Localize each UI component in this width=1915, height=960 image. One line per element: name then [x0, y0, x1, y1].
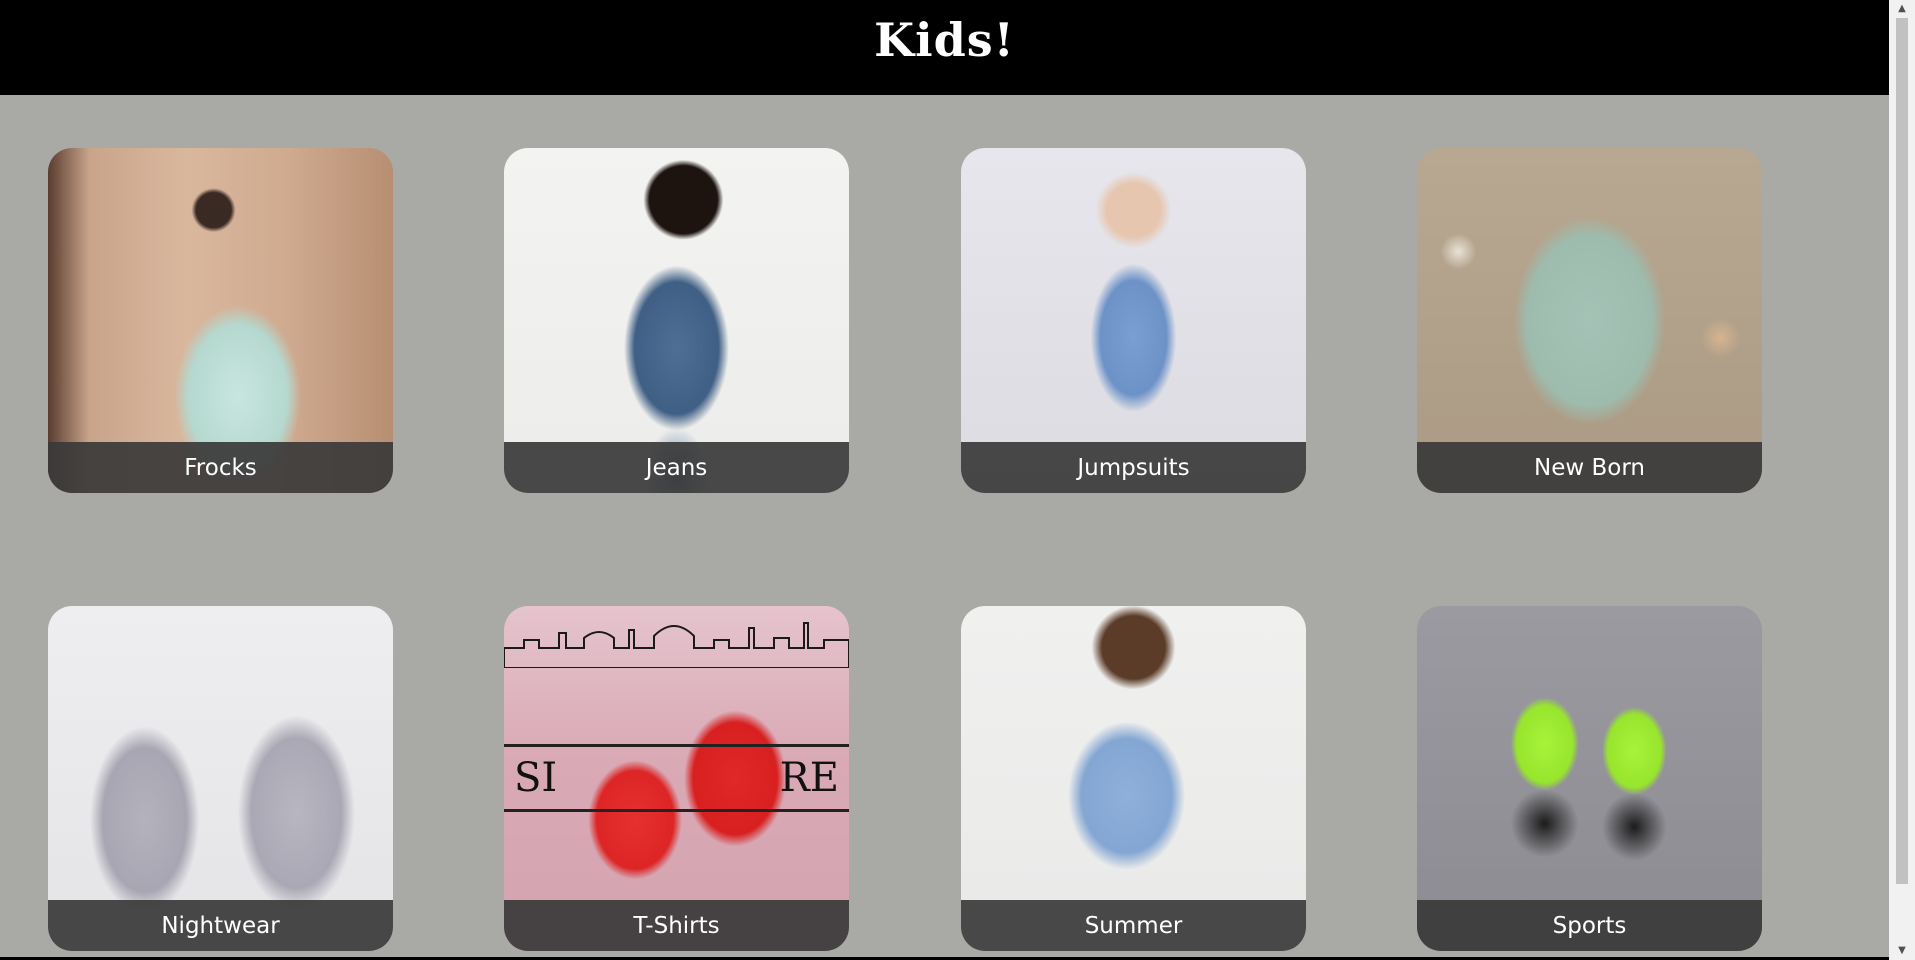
category-label: Summer: [961, 900, 1306, 951]
store-sign: SI RE: [504, 744, 849, 812]
category-card-sports[interactable]: Sports: [1417, 606, 1762, 951]
category-card-jeans[interactable]: Jeans: [504, 148, 849, 493]
category-label: Jumpsuits: [961, 442, 1306, 493]
category-label: New Born: [1417, 442, 1762, 493]
category-card-jumpsuits[interactable]: Jumpsuits: [961, 148, 1306, 493]
page: Kids! Frocks Jeans Jumpsuits New Born Ni…: [0, 0, 1889, 960]
category-card-t-shirts[interactable]: SI RE T-Shirts: [504, 606, 849, 951]
category-card-nightwear[interactable]: Nightwear: [48, 606, 393, 951]
category-label: T-Shirts: [504, 900, 849, 951]
site-header: Kids!: [0, 0, 1889, 95]
skyline-graphic: [504, 622, 849, 668]
triangle-down-icon[interactable]: ▼: [1889, 942, 1915, 960]
category-card-frocks[interactable]: Frocks: [48, 148, 393, 493]
category-card-summer[interactable]: Summer: [961, 606, 1306, 951]
sign-text-left: SI: [514, 755, 558, 801]
page-title: Kids!: [874, 12, 1015, 67]
triangle-up-icon[interactable]: ▲: [1889, 0, 1915, 18]
category-label: Sports: [1417, 900, 1762, 951]
category-card-new-born[interactable]: New Born: [1417, 148, 1762, 493]
category-label: Nightwear: [48, 900, 393, 951]
sign-text-right: RE: [779, 755, 839, 801]
vertical-scrollbar[interactable]: ▲ ▼: [1889, 0, 1915, 960]
category-label: Frocks: [48, 442, 393, 493]
scrollbar-thumb[interactable]: [1896, 18, 1908, 884]
category-label: Jeans: [504, 442, 849, 493]
